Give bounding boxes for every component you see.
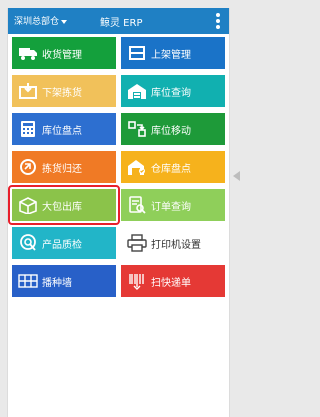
quality-check-icon [14, 227, 42, 259]
tile-bulk-outbound[interactable]: 大包出库 [8, 185, 120, 225]
tile-label: 收货管理 [42, 49, 82, 61]
tile-printer-settings[interactable]: 打印机设置 [121, 227, 225, 259]
move-icon [123, 113, 151, 145]
package-out-icon [14, 189, 42, 221]
app-title: 鲸灵 ERP [100, 18, 143, 29]
shelving-icon [123, 37, 151, 69]
tile-shelving[interactable]: 上架管理 [121, 37, 225, 69]
tile-label: 上架管理 [151, 49, 191, 61]
side-pointer-arrow [233, 171, 240, 181]
tile-label: 扫快递单 [151, 277, 191, 289]
tile-label: 下架拣货 [42, 87, 82, 99]
tile-receiving[interactable]: 收货管理 [12, 37, 116, 69]
tile-location-query[interactable]: 库位查询 [121, 75, 225, 107]
tile-label: 大包出库 [42, 201, 82, 213]
warehouse-icon [123, 75, 151, 107]
tile-label: 库位查询 [151, 87, 191, 99]
chevron-down-icon [61, 19, 68, 24]
tile-label: 产品质检 [42, 239, 82, 251]
app-window: 深圳总部仓 鲸灵 ERP 收货管理 上架管理 下架拣货 库位查询 库位盘点 库位… [7, 8, 230, 417]
tile-location-count[interactable]: 库位盘点 [12, 113, 116, 145]
printer-icon [123, 227, 151, 259]
more-menu-icon[interactable] [216, 13, 220, 29]
calculator-icon [14, 113, 42, 145]
tile-label: 订单查询 [151, 201, 191, 213]
tile-label: 仓库盘点 [151, 163, 191, 175]
warehouse-selector[interactable]: 深圳总部仓 [14, 14, 68, 27]
tile-order-query[interactable]: 订单查询 [121, 189, 225, 221]
truck-icon [14, 37, 42, 69]
seeding-wall-icon [14, 265, 42, 297]
tile-label: 打印机设置 [151, 239, 201, 251]
function-grid: 收货管理 上架管理 下架拣货 库位查询 库位盘点 库位移动 拣货归还 仓库盘点 … [8, 37, 225, 297]
box-down-icon [14, 75, 42, 107]
tile-picking[interactable]: 下架拣货 [12, 75, 116, 107]
return-icon [14, 151, 42, 183]
warehouse-name: 深圳总部仓 [14, 17, 60, 27]
tile-quality-check[interactable]: 产品质检 [12, 227, 116, 259]
warehouse-check-icon [123, 151, 151, 183]
tile-label: 库位盘点 [42, 125, 82, 137]
app-header: 深圳总部仓 鲸灵 ERP [8, 8, 229, 34]
tile-label: 拣货归还 [42, 163, 82, 175]
tile-seeding-wall[interactable]: 播种墙 [12, 265, 116, 297]
tile-warehouse-count[interactable]: 仓库盘点 [121, 151, 225, 183]
tile-label: 库位移动 [151, 125, 191, 137]
tile-scan-express[interactable]: 扫快递单 [121, 265, 225, 297]
tile-location-move[interactable]: 库位移动 [121, 113, 225, 145]
order-search-icon [123, 189, 151, 221]
tile-label: 播种墙 [42, 277, 72, 289]
tile-picking-return[interactable]: 拣货归还 [12, 151, 116, 183]
barcode-icon [123, 265, 151, 297]
